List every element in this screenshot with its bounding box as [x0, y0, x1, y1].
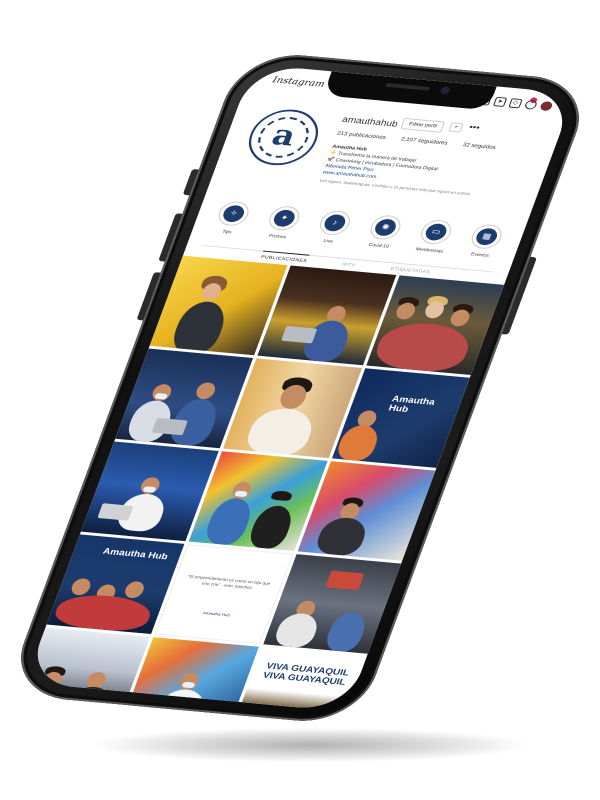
- post-figure: [333, 423, 382, 462]
- virus-icon: ✺: [372, 218, 399, 237]
- edit-profile-button[interactable]: Editar perfil: [400, 117, 446, 133]
- post-figure: [69, 577, 93, 596]
- speaker: [385, 83, 431, 91]
- post-brand-mark: Amautha Hub: [202, 610, 231, 618]
- card-icon: ▭: [423, 222, 450, 242]
- profile-avatar-icon[interactable]: [539, 101, 554, 112]
- post-figure: [393, 301, 418, 321]
- logo-ring: [251, 114, 316, 160]
- post-caption: Amautha Hub: [101, 546, 170, 562]
- post-quote-text: "El emprendimiento es como un hijo que u…: [186, 573, 272, 590]
- post-figure: [151, 417, 188, 436]
- highlight-ring: ♪: [316, 209, 354, 237]
- highlight-live[interactable]: ♪ Live: [308, 209, 356, 252]
- post-figure: [242, 406, 319, 458]
- activity-heart-icon[interactable]: ♡: [523, 99, 539, 110]
- post-figure: [447, 308, 472, 327]
- highlight-label: Membresías: [414, 246, 444, 254]
- highlight-promos[interactable]: ✦ Promos: [257, 205, 305, 248]
- post-figure: [202, 496, 257, 547]
- post-figure: [422, 300, 447, 319]
- post-figure: [168, 299, 232, 356]
- highlight-ring: ✦: [265, 205, 303, 232]
- highlight-label: Covid-19: [368, 242, 390, 249]
- post-figure: [122, 580, 147, 599]
- post-figure: [193, 381, 218, 400]
- post-figure: [370, 319, 476, 374]
- microphone-icon: ♪: [321, 213, 348, 233]
- highlight-ring: ▦: [467, 223, 506, 250]
- post-figure: [322, 610, 370, 653]
- highlight-memberships[interactable]: ▭ Membresías: [409, 218, 457, 262]
- post-caption: VIVA GUAYAQUIL VIVA GUAYAQUIL: [261, 660, 351, 687]
- phone-screen: Instagram ⌂ ➤ ◇ ♡ a amauthahub Editar pe…: [25, 64, 575, 712]
- highlight-label: Eventos: [470, 251, 490, 258]
- highlight-events[interactable]: ▦ Eventos: [460, 223, 508, 266]
- calendar-icon: ▦: [473, 227, 500, 246]
- post-figure: [281, 325, 318, 344]
- explore-icon[interactable]: ◇: [508, 98, 523, 109]
- more-options-icon[interactable]: •••: [468, 122, 482, 132]
- front-camera: [439, 86, 452, 95]
- lightbulb-icon: ✧: [220, 204, 247, 223]
- phone-device: Instagram ⌂ ➤ ◇ ♡ a amauthahub Editar pe…: [5, 50, 595, 726]
- person-add-icon[interactable]: +: [448, 122, 464, 133]
- profile-username: amauthahub: [340, 114, 400, 129]
- instagram-logo[interactable]: Instagram: [271, 76, 326, 90]
- post-figure: [246, 504, 298, 550]
- following-count[interactable]: 32 seguidos: [462, 142, 497, 150]
- highlight-tips[interactable]: ✧ Tips: [207, 200, 255, 243]
- highlight-label: Promos: [268, 233, 288, 240]
- post-figure: [271, 611, 322, 649]
- post-figure: [312, 515, 371, 557]
- floor-shadow: [95, 728, 525, 762]
- highlight-ring: ✧: [214, 200, 253, 227]
- profile-logo-avatar[interactable]: a: [240, 106, 327, 168]
- highlight-label: Live: [322, 238, 334, 244]
- highlight-ring: ✺: [366, 214, 405, 241]
- highlight-label: Tips: [221, 228, 233, 235]
- post-figure: [324, 570, 365, 591]
- direct-message-icon[interactable]: ➤: [492, 96, 508, 107]
- post-caption: Amautha Hub: [387, 393, 437, 414]
- followers-count[interactable]: 2,107 seguidores: [400, 137, 448, 147]
- highlight-covid[interactable]: ✺ Covid-19: [358, 214, 406, 257]
- post-figure: [270, 490, 294, 502]
- post-figure: [97, 503, 134, 521]
- megaphone-icon: ✦: [271, 209, 298, 228]
- highlight-ring: ▭: [417, 218, 455, 246]
- posts-count[interactable]: 213 publicaciones: [336, 131, 386, 141]
- post-figure: [50, 591, 156, 634]
